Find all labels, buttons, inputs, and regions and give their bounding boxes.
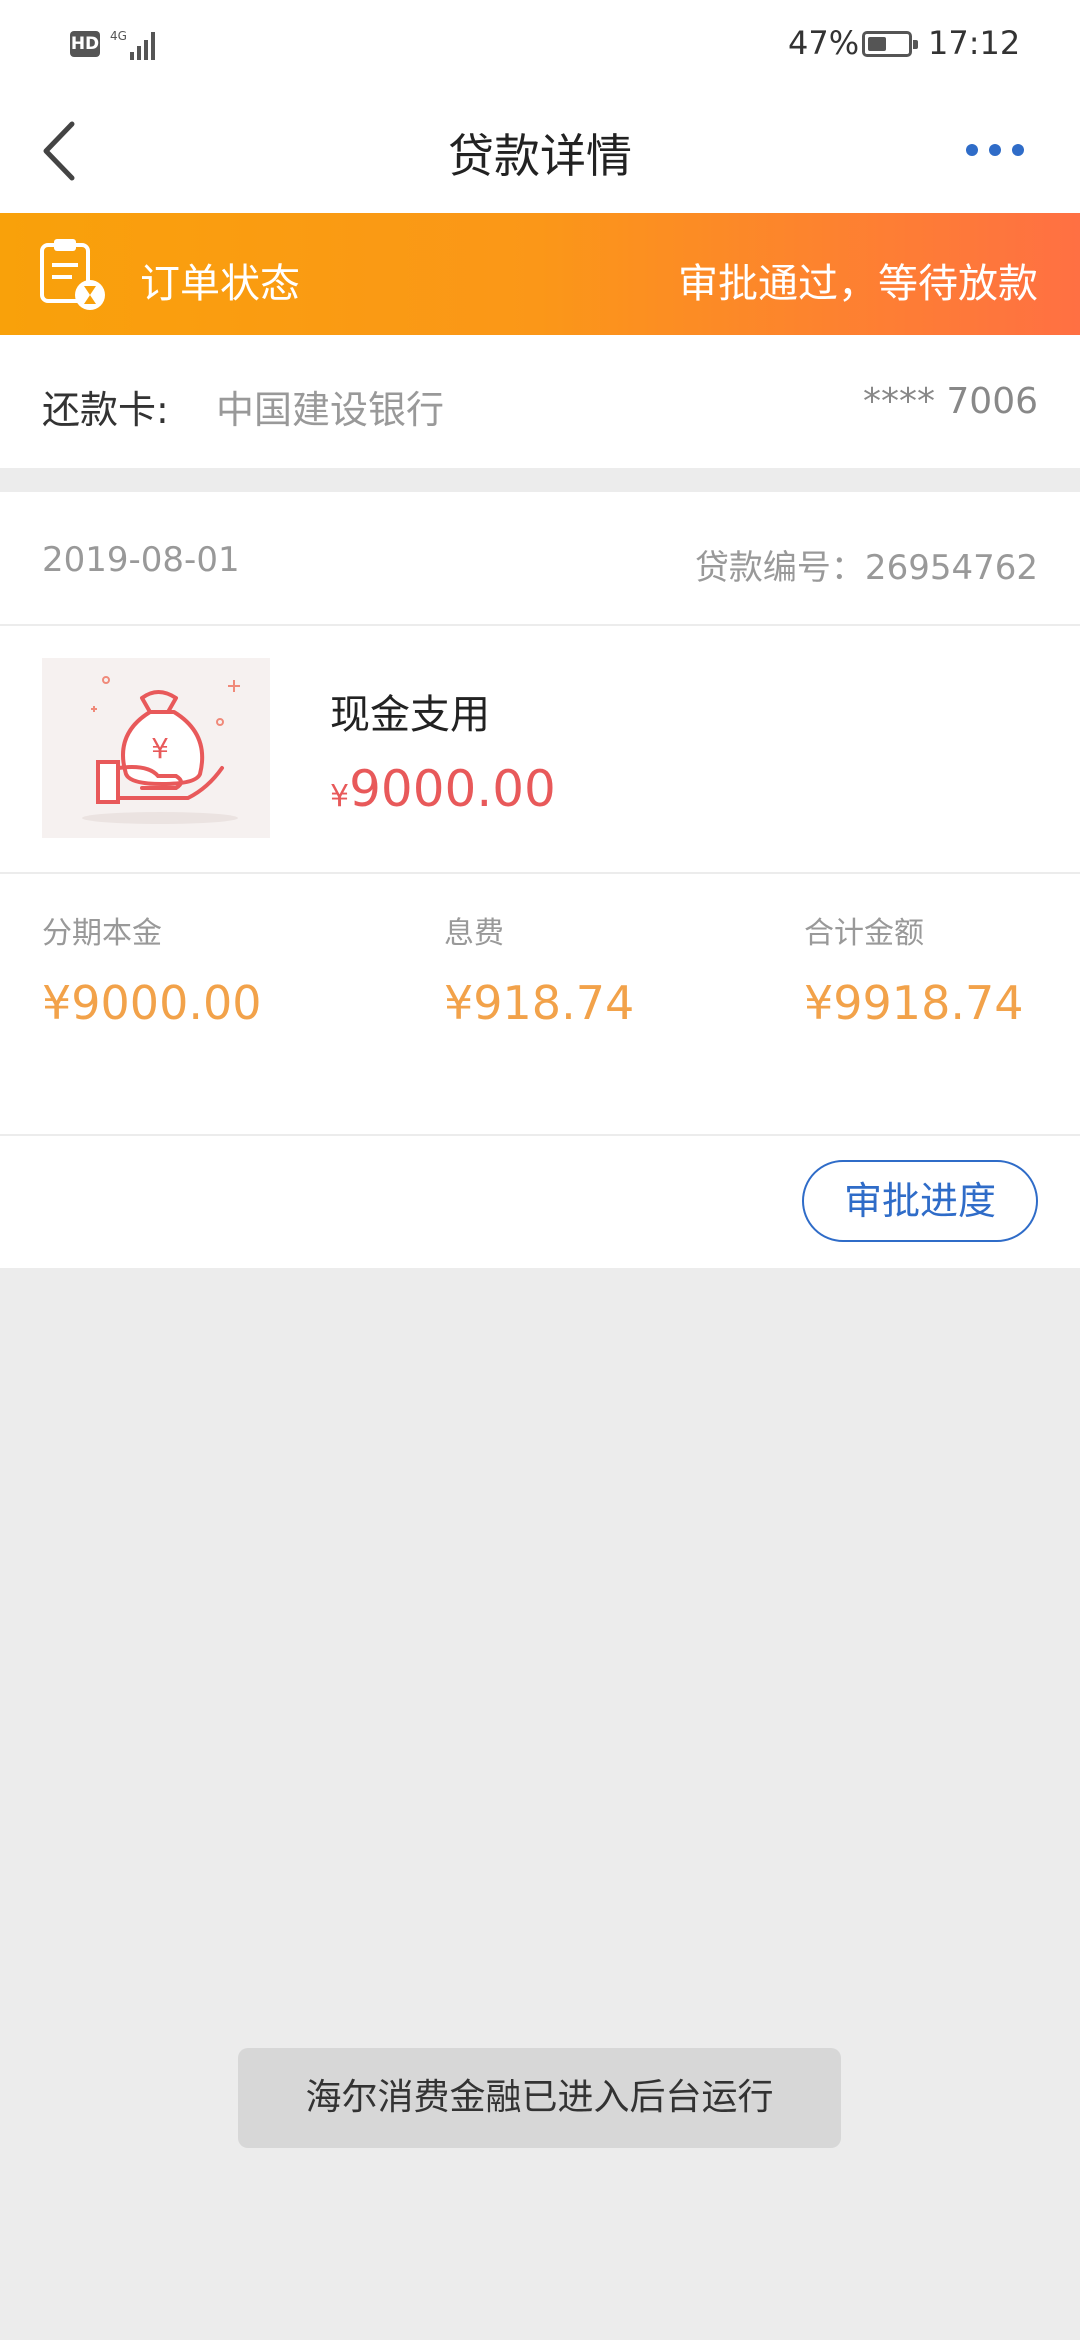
repayment-card-label: 还款卡: — [42, 388, 169, 432]
page-title: 贷款详情 — [448, 129, 632, 183]
divider — [0, 1134, 1080, 1136]
repayment-card-row[interactable]: 还款卡: 中国建设银行 **** 7006 — [0, 335, 1080, 468]
status-bar: HD 4G 47% 17:12 — [0, 0, 1080, 90]
battery-fill — [868, 37, 886, 51]
currency-symbol: ¥ — [330, 779, 350, 814]
loan-card: 2019-08-01 贷款编号：26954762 ¥ 现金支用 ¥9000.00… — [0, 492, 1080, 1268]
nav-bar: 贷款详情 — [0, 90, 1080, 213]
order-status-label: 订单状态 — [140, 261, 300, 307]
battery-icon — [862, 31, 918, 57]
signal-icon: 4G — [110, 29, 155, 60]
toast-message: 海尔消费金融已进入后台运行 — [238, 2048, 841, 2148]
loan-amount: ¥9000.00 — [330, 760, 556, 818]
card-number: **** 7006 — [862, 381, 1038, 422]
battery-percent: 47% — [788, 24, 860, 62]
network-type-label: 4G — [110, 29, 127, 43]
money-bag-icon: ¥ — [82, 676, 240, 824]
loan-id: 贷款编号：26954762 — [694, 548, 1038, 588]
clock: 17:12 — [928, 24, 1021, 62]
screen: HD 4G 47% 17:12 贷款详情 订单状态 审批通过，等待放款 还款卡:… — [0, 0, 1080, 2340]
divider — [0, 872, 1080, 874]
order-status-value: 审批通过，等待放款 — [678, 261, 1038, 307]
interest-label: 息费 — [444, 916, 504, 951]
hd-icon: HD — [70, 31, 100, 57]
clipboard-hourglass-icon — [40, 239, 105, 310]
loan-amount-value: 9000.00 — [349, 760, 556, 818]
order-status-banner: 订单状态 审批通过，等待放款 — [0, 213, 1080, 335]
total-label: 合计金额 — [804, 916, 924, 951]
principal-label: 分期本金 — [42, 916, 162, 951]
principal-value: ¥9000.00 — [42, 976, 262, 1030]
total-value: ¥9918.74 — [804, 976, 1024, 1030]
svg-text:¥: ¥ — [151, 732, 169, 765]
divider — [0, 624, 1080, 626]
approval-progress-button[interactable]: 审批进度 — [802, 1160, 1038, 1242]
more-dots-icon[interactable] — [960, 130, 1030, 170]
money-bag-image: ¥ — [42, 658, 270, 838]
interest-value: ¥918.74 — [444, 976, 635, 1030]
product-name: 现金支用 — [330, 692, 490, 738]
bank-name: 中国建设银行 — [216, 388, 445, 432]
loan-date: 2019-08-01 — [42, 540, 240, 580]
